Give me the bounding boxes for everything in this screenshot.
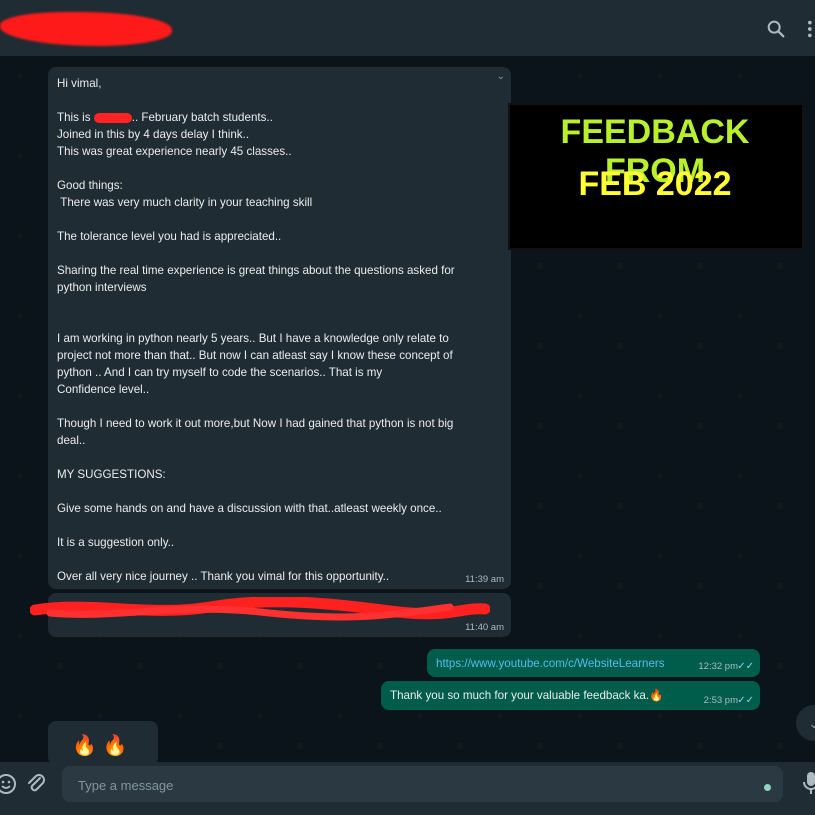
- message-time: 11:40 am: [465, 622, 504, 633]
- outgoing-message-link[interactable]: https://www.youtube.com/c/WebsiteLearner…: [427, 649, 760, 677]
- message-input-box[interactable]: [62, 766, 783, 802]
- incoming-message-emoji[interactable]: 🔥 🔥: [48, 721, 158, 765]
- emoji-icon[interactable]: [0, 772, 18, 796]
- incoming-message-feedback[interactable]: ⌄ Hi vimal, This is .. February batch st…: [48, 67, 511, 589]
- redaction-mark: [93, 112, 132, 123]
- microphone-icon[interactable]: [801, 770, 815, 796]
- message-input[interactable]: [76, 775, 680, 795]
- message-link[interactable]: https://www.youtube.com/c/WebsiteLearner…: [436, 657, 665, 670]
- status-dot: [764, 784, 771, 791]
- more-vertical-icon[interactable]: [800, 18, 815, 40]
- read-receipt-icon: ✓✓: [737, 661, 754, 672]
- contact-name-redacted[interactable]: [0, 12, 172, 46]
- message-text: Hi vimal, This is .. February batch stud…: [57, 77, 455, 583]
- message-time: 12:32 pm: [698, 661, 738, 672]
- message-time: 11:39 am: [465, 574, 504, 585]
- attach-icon[interactable]: [24, 772, 48, 796]
- incoming-message-redacted[interactable]: 11:40 am: [30, 593, 511, 637]
- message-text: Thank you so much for your valuable feed…: [390, 689, 664, 702]
- overlay-line-2: FEB 2022: [578, 165, 732, 203]
- outgoing-message-thanks[interactable]: Thank you so much for your valuable feed…: [381, 681, 760, 710]
- read-receipt-icon: ✓✓: [737, 695, 754, 706]
- redaction-scribble: [30, 597, 490, 621]
- message-time: 2:53 pm: [703, 695, 738, 706]
- chat-header: [0, 0, 815, 56]
- fire-emoji: 🔥 🔥: [72, 735, 128, 757]
- feedback-overlay-box: FEEDBACK FROM FEB 2022: [508, 103, 804, 250]
- search-icon[interactable]: [765, 18, 787, 40]
